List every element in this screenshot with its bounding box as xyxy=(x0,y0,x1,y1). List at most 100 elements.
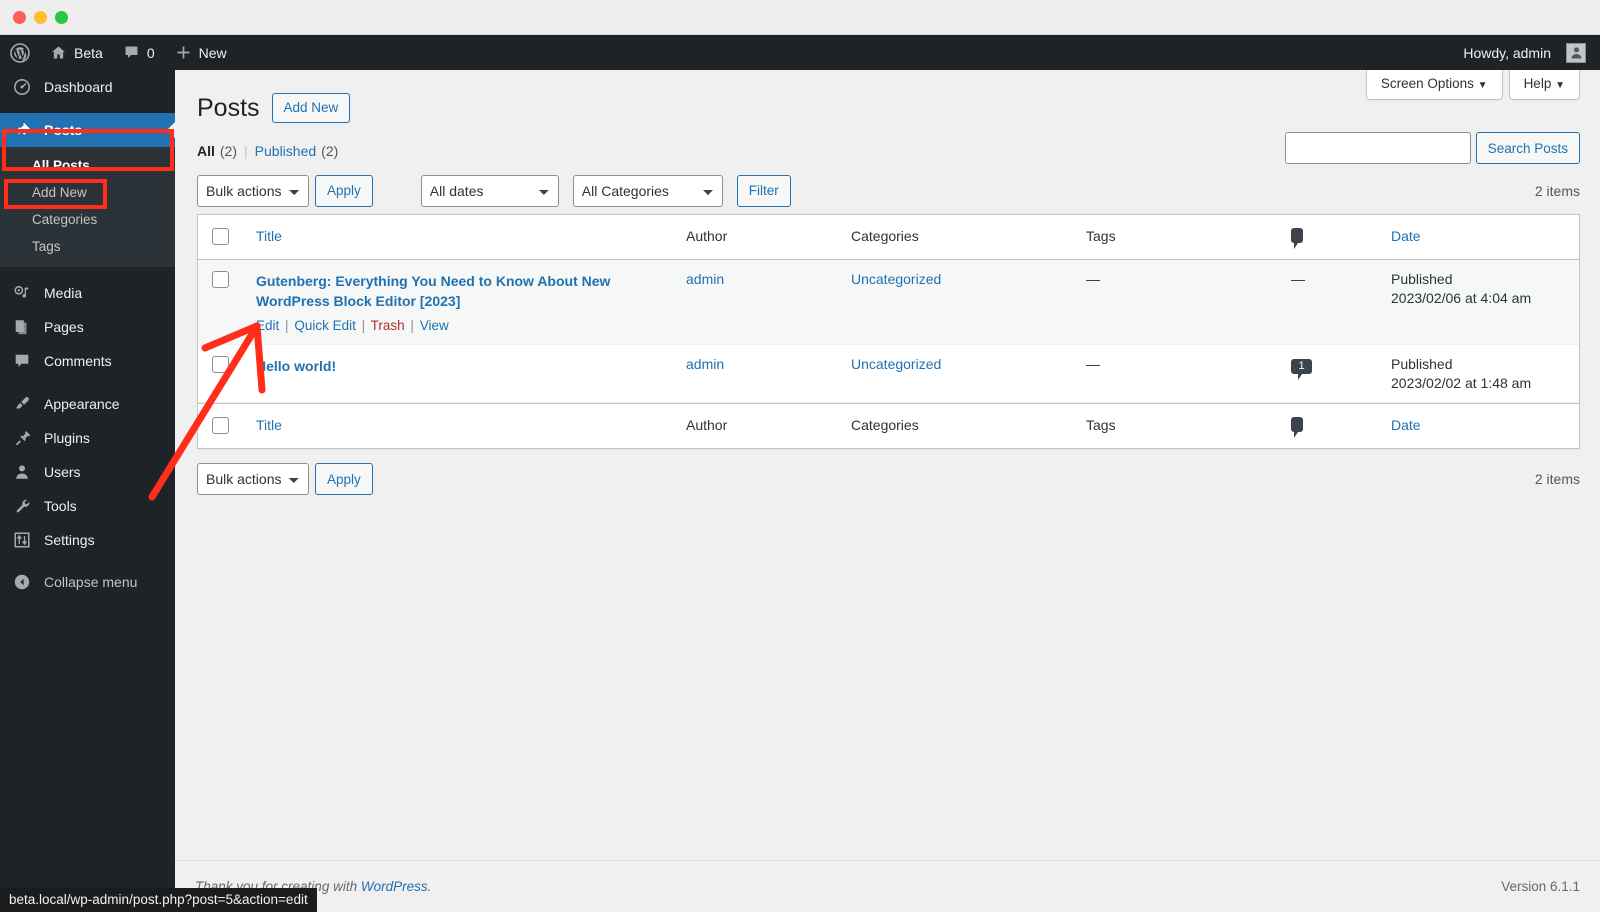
column-footer-comments[interactable] xyxy=(1281,403,1381,448)
sidebar-item-media[interactable]: Media xyxy=(0,276,175,310)
row-categories-cell: Uncategorized xyxy=(841,345,1076,403)
pin-icon xyxy=(12,121,32,139)
row-checkbox[interactable] xyxy=(212,356,229,373)
my-account-menu[interactable]: Howdy, admin xyxy=(1453,35,1600,70)
column-header-date[interactable]: Date xyxy=(1381,215,1579,260)
add-new-post-button[interactable]: Add New xyxy=(272,93,351,123)
table-foot: Title Author Categories Tags Date xyxy=(198,403,1579,448)
maximize-window-button[interactable] xyxy=(55,11,68,24)
row-action-quick-edit[interactable]: Quick Edit xyxy=(294,318,356,333)
displaying-num-top: 2 items xyxy=(1535,183,1580,199)
filter-link-all[interactable]: All xyxy=(197,143,215,159)
sidebar-item-tools[interactable]: Tools xyxy=(0,489,175,523)
sidebar-item-plugins[interactable]: Plugins xyxy=(0,421,175,455)
avatar xyxy=(1566,43,1586,63)
chevron-down-icon: ▼ xyxy=(1555,80,1565,91)
row-action-separator: | xyxy=(362,318,366,333)
collapse-menu-button[interactable]: Collapse menu xyxy=(0,565,175,599)
sidebar-item-categories[interactable]: Categories xyxy=(0,206,175,233)
filter-button[interactable]: Filter xyxy=(737,175,791,207)
select-all-checkbox-top[interactable] xyxy=(212,228,229,245)
sidebar-item-label: Dashboard xyxy=(44,79,113,95)
tablenav-top: Bulk actions Apply All dates All Categor… xyxy=(197,175,1580,207)
filter-link-published[interactable]: Published xyxy=(255,143,317,159)
row-checkbox[interactable] xyxy=(212,271,229,288)
new-content-menu[interactable]: New xyxy=(165,35,237,70)
sidebar-item-posts[interactable]: Posts xyxy=(0,113,175,147)
screen-meta-links: Screen Options ▼ Help ▼ xyxy=(1366,70,1580,100)
comments-bubble-link[interactable]: 0 xyxy=(113,35,165,70)
row-action-edit[interactable]: Edit xyxy=(256,318,279,333)
column-header-categories: Categories xyxy=(841,215,1076,260)
sidebar-item-users[interactable]: Users xyxy=(0,455,175,489)
traffic-lights xyxy=(0,0,1600,24)
tablenav-bottom: Bulk actions Apply 2 items xyxy=(197,463,1580,495)
macos-window-titlebar xyxy=(0,0,1600,35)
displaying-num-bottom: 2 items xyxy=(1535,471,1580,487)
row-action-trash[interactable]: Trash xyxy=(371,318,405,333)
sidebar-item-appearance[interactable]: Appearance xyxy=(0,387,175,421)
pages-icon xyxy=(12,318,32,336)
category-filter-select[interactable]: All Categories xyxy=(573,175,723,207)
post-status: Published xyxy=(1391,271,1569,287)
table-row: Hello world! admin Uncategorized — 1 Pub… xyxy=(198,345,1579,403)
search-posts-button[interactable]: Search Posts xyxy=(1476,132,1580,164)
sidebar-item-comments[interactable]: Comments xyxy=(0,344,175,378)
post-status: Published xyxy=(1391,356,1569,372)
row-action-view[interactable]: View xyxy=(420,318,449,333)
sidebar-item-label: Posts xyxy=(44,122,82,138)
sidebar-item-add-new-post[interactable]: Add New xyxy=(0,179,175,206)
column-header-comments[interactable] xyxy=(1281,215,1381,260)
collapse-menu-label: Collapse menu xyxy=(44,574,137,590)
category-link[interactable]: Uncategorized xyxy=(851,356,941,372)
column-header-title[interactable]: Title xyxy=(246,215,676,260)
row-tags-cell: — xyxy=(1076,345,1281,403)
sidebar-item-all-posts[interactable]: All Posts xyxy=(0,152,175,179)
sidebar-item-tags[interactable]: Tags xyxy=(0,233,175,260)
column-footer-date[interactable]: Date xyxy=(1381,403,1579,448)
row-date-cell: Published 2023/02/06 at 4:04 am xyxy=(1381,260,1579,346)
row-actions: Edit | Quick Edit | Trash | View xyxy=(256,318,666,333)
column-footer-title[interactable]: Title xyxy=(246,403,676,448)
bulk-apply-button-top[interactable]: Apply xyxy=(315,175,373,207)
sidebar-item-settings[interactable]: Settings xyxy=(0,523,175,557)
collapse-arrow-icon xyxy=(12,573,32,591)
wp-logo-menu[interactable] xyxy=(0,35,40,70)
site-name-menu[interactable]: Beta xyxy=(40,35,113,70)
screen-options-toggle[interactable]: Screen Options ▼ xyxy=(1366,70,1503,100)
admin-footer: Thank you for creating with WordPress. V… xyxy=(175,860,1600,912)
row-date-cell: Published 2023/02/02 at 1:48 am xyxy=(1381,345,1579,403)
sidebar-item-dashboard[interactable]: Dashboard xyxy=(0,70,175,104)
sidebar-item-label: Users xyxy=(44,464,81,480)
home-icon xyxy=(50,44,67,61)
chevron-down-icon: ▼ xyxy=(1478,80,1488,91)
select-all-checkbox-bottom[interactable] xyxy=(212,417,229,434)
sidebar-item-pages[interactable]: Pages xyxy=(0,310,175,344)
page-wrap: Posts Add New All (2) | Published (2) Se… xyxy=(175,70,1600,495)
bulk-apply-button-bottom[interactable]: Apply xyxy=(315,463,373,495)
close-window-button[interactable] xyxy=(13,11,26,24)
category-link[interactable]: Uncategorized xyxy=(851,271,941,287)
bulk-actions-select-top[interactable]: Bulk actions xyxy=(197,175,309,207)
post-title-link[interactable]: Gutenberg: Everything You Need to Know A… xyxy=(256,273,610,309)
comment-count-badge[interactable]: 1 xyxy=(1291,359,1312,374)
row-comments-cell: — xyxy=(1281,260,1381,346)
sidebar-item-label: Plugins xyxy=(44,430,90,446)
table-footer-row: Title Author Categories Tags Date xyxy=(198,403,1579,448)
appearance-brush-icon xyxy=(12,395,32,413)
filter-count-all: (2) xyxy=(220,143,237,159)
author-link[interactable]: admin xyxy=(686,356,724,372)
date-filter-select[interactable]: All dates xyxy=(421,175,559,207)
bulk-actions-select-bottom[interactable]: Bulk actions xyxy=(197,463,309,495)
post-title-link[interactable]: Hello world! xyxy=(256,358,336,374)
page-title: Posts xyxy=(197,92,260,125)
minimize-window-button[interactable] xyxy=(34,11,47,24)
posts-submenu: All Posts Add New Categories Tags xyxy=(0,147,175,267)
search-input[interactable] xyxy=(1285,132,1471,164)
column-footer-categories: Categories xyxy=(841,403,1076,448)
row-action-separator: | xyxy=(410,318,414,333)
help-toggle[interactable]: Help ▼ xyxy=(1509,70,1580,100)
author-link[interactable]: admin xyxy=(686,271,724,287)
admin-sidebar-menu: Dashboard Posts All Posts Add New Catego… xyxy=(0,70,175,912)
wordpress-link[interactable]: WordPress xyxy=(361,879,428,894)
